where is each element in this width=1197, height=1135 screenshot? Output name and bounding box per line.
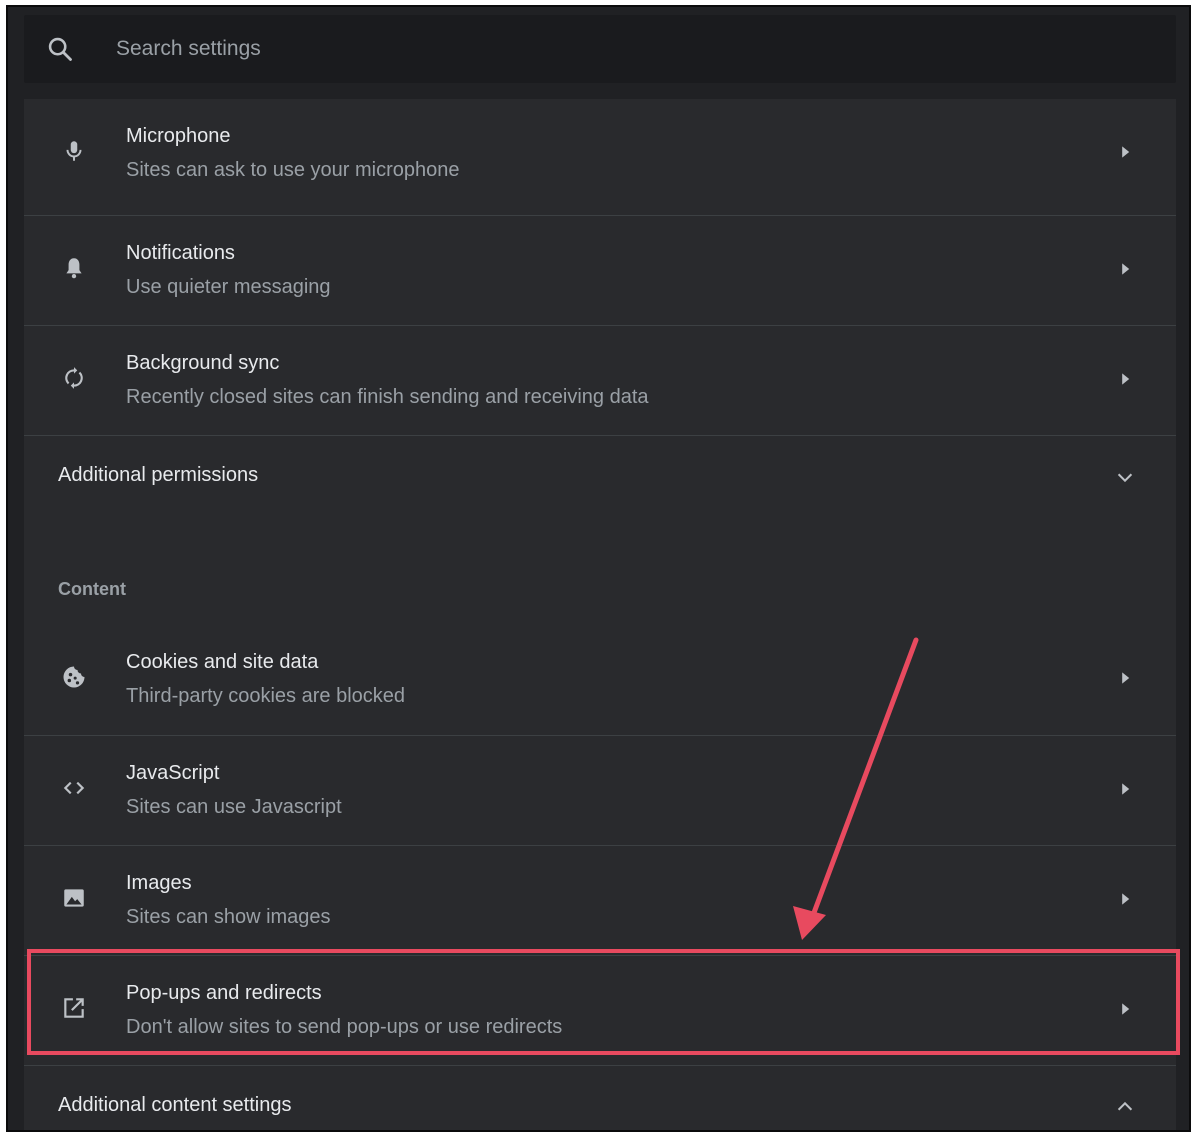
additional-permissions-toggle[interactable]: Additional permissions [24,435,1176,519]
setting-row-javascript[interactable]: JavaScript Sites can use Javascript [24,735,1176,845]
chevron-up-icon [1117,1101,1133,1111]
setting-row-microphone[interactable]: Microphone Sites can ask to use your mic… [24,99,1176,209]
microphone-icon [60,137,88,165]
setting-row-popups[interactable]: Pop-ups and redirects Don't allow sites … [24,955,1176,1065]
image-icon [60,884,88,912]
chevron-down-icon [1117,473,1133,483]
setting-title: Microphone [126,125,231,147]
cookie-icon [60,663,88,691]
code-icon [60,774,88,802]
setting-row-cookies[interactable]: Cookies and site data Third-party cookie… [24,625,1176,735]
setting-title: Background sync [126,352,280,374]
settings-panel: Microphone Sites can ask to use your mic… [24,99,1176,1130]
setting-title: Images [126,872,192,894]
arrow-right-icon [1122,146,1130,158]
setting-row-images[interactable]: Images Sites can show images [24,845,1176,955]
arrow-right-icon [1122,373,1130,385]
setting-subtitle: Sites can use Javascript [126,796,342,818]
setting-subtitle: Recently closed sites can finish sending… [126,386,649,408]
setting-row-background-sync[interactable]: Background sync Recently closed sites ca… [24,325,1176,435]
arrow-right-icon [1122,893,1130,905]
search-bar[interactable]: Search settings [24,15,1176,83]
expand-label: Additional content settings [58,1094,292,1116]
sync-icon [60,364,88,392]
open-in-new-icon [60,994,88,1022]
additional-content-settings-toggle[interactable]: Additional content settings [24,1065,1176,1130]
section-title-content: Content [58,579,126,599]
setting-subtitle: Sites can ask to use your microphone [126,159,460,181]
setting-subtitle: Sites can show images [126,906,331,928]
arrow-right-icon [1122,1003,1130,1015]
setting-subtitle: Third-party cookies are blocked [126,685,406,707]
expand-label: Additional permissions [58,464,259,486]
setting-title: JavaScript [126,762,220,784]
settings-window: Search settings Microphone Sites can ask… [6,5,1191,1132]
setting-title: Notifications [126,242,235,264]
arrow-right-icon [1122,263,1130,275]
setting-title: Pop-ups and redirects [126,982,322,1004]
setting-title: Cookies and site data [126,651,319,673]
setting-row-notifications[interactable]: Notifications Use quieter messaging [24,215,1176,325]
arrow-right-icon [1122,672,1130,684]
search-input[interactable]: Search settings [116,37,261,61]
arrow-right-icon [1122,783,1130,795]
bell-icon [60,254,88,282]
setting-subtitle: Use quieter messaging [126,276,331,298]
setting-subtitle: Don't allow sites to send pop-ups or use… [126,1016,563,1038]
search-icon [48,37,72,61]
